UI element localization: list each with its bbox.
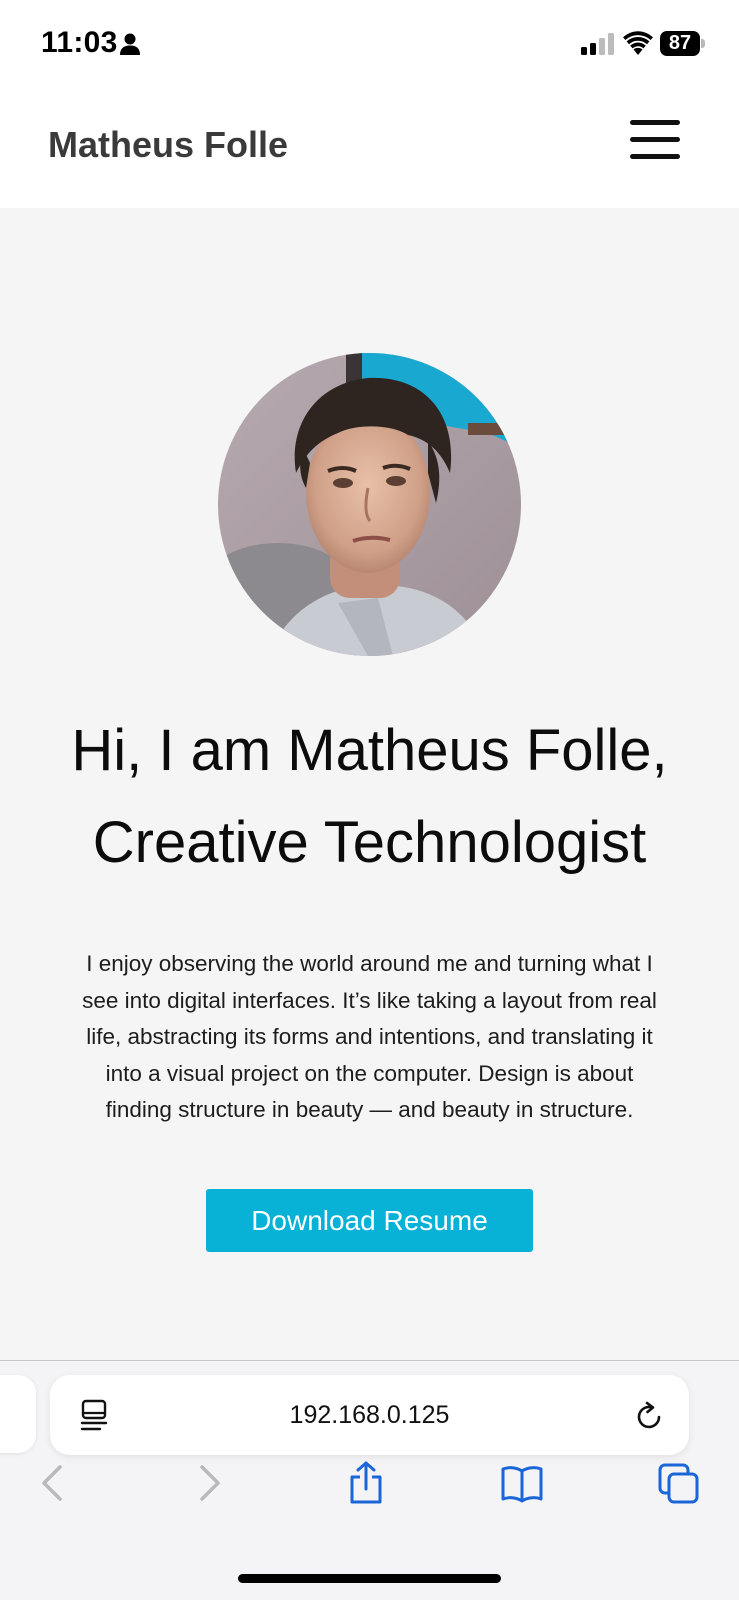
hero-heading-line-2: Creative Technologist xyxy=(92,810,647,875)
hero-intro-line: life, abstracting its forms and intentio… xyxy=(86,1024,653,1049)
hamburger-menu-icon[interactable] xyxy=(626,118,682,162)
profile-photo xyxy=(218,353,521,656)
url-text[interactable]: 192.168.0.125 xyxy=(50,1375,689,1455)
status-bar: 11:03 87 xyxy=(0,0,739,88)
battery-level: 87 xyxy=(660,31,700,56)
hero-intro-line: into a visual project on the computer. D… xyxy=(105,1060,634,1086)
site-title[interactable]: Matheus Folle xyxy=(48,124,288,166)
person-icon xyxy=(120,33,140,55)
forward-icon[interactable] xyxy=(196,1461,224,1505)
hero-intro-line: see into digital interfaces. It’s like t… xyxy=(82,987,657,1013)
profile-photo-illustration xyxy=(218,353,521,656)
back-icon[interactable] xyxy=(38,1461,66,1505)
status-time: 11:03 xyxy=(41,26,118,59)
reload-icon[interactable] xyxy=(633,1400,665,1432)
hero-heading: Hi, I am Matheus Folle, Creative Technol… xyxy=(20,705,719,889)
bookmarks-icon[interactable] xyxy=(500,1461,544,1505)
hero-intro: I enjoy observing the world around me an… xyxy=(55,946,684,1129)
wifi-icon xyxy=(623,31,653,55)
signal-icon xyxy=(581,33,614,55)
tabs-icon[interactable] xyxy=(658,1461,700,1505)
download-resume-button[interactable]: Download Resume xyxy=(206,1189,533,1252)
hero-intro-line: finding structure in beauty — and beauty… xyxy=(105,1097,634,1122)
previous-tab-preview[interactable] xyxy=(0,1375,36,1453)
site-header: Matheus Folle xyxy=(0,88,739,208)
battery-tip xyxy=(701,39,705,48)
browser-bottom-bar: 192.168.0.125 xyxy=(0,1360,739,1600)
address-bar[interactable]: 192.168.0.125 xyxy=(50,1375,689,1455)
hero-intro-line: I enjoy observing the world around me an… xyxy=(86,951,653,976)
home-indicator[interactable] xyxy=(238,1574,501,1583)
hero-heading-line-1: Hi, I am Matheus Folle, xyxy=(71,718,668,783)
battery-icon: 87 xyxy=(660,31,705,56)
share-icon[interactable] xyxy=(348,1461,384,1505)
